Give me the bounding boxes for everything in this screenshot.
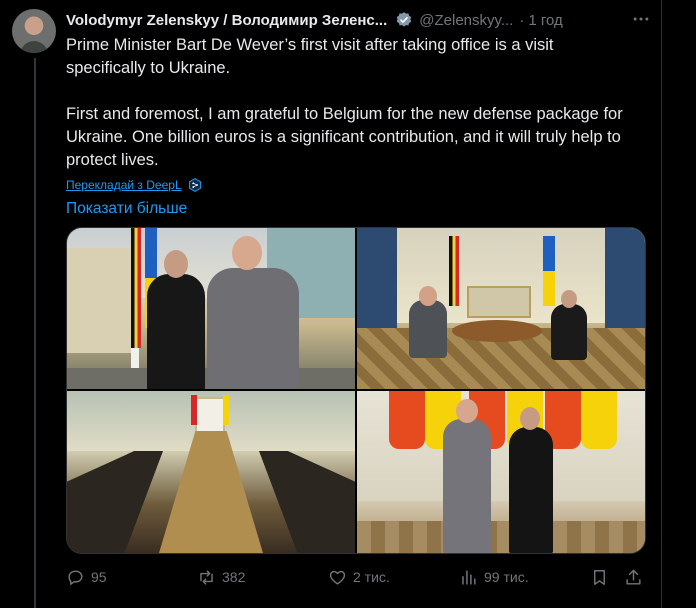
post-time[interactable]: 1 год bbox=[528, 12, 562, 29]
bookmark-icon bbox=[594, 569, 605, 585]
like-button[interactable]: 2 тис. bbox=[328, 566, 390, 588]
reply-button[interactable]: 95 bbox=[66, 566, 107, 588]
bookmark-button[interactable] bbox=[590, 566, 609, 588]
avatar[interactable] bbox=[12, 9, 56, 53]
tweet-paragraph-1: Prime Minister Bart De Wever’s first vis… bbox=[66, 36, 554, 77]
show-more-link[interactable]: Показати більше bbox=[66, 198, 656, 220]
tweet[interactable]: Volodymyr Zelenskyy / Володимир Зеленс..… bbox=[66, 8, 656, 220]
media-grid bbox=[66, 227, 646, 554]
heart-icon bbox=[329, 570, 346, 585]
reply-icon bbox=[68, 569, 83, 585]
repost-icon bbox=[200, 569, 213, 585]
repost-count: 382 bbox=[222, 569, 246, 585]
more-icon[interactable] bbox=[626, 8, 656, 30]
verified-badge-icon[interactable] bbox=[395, 11, 413, 29]
thread-line bbox=[34, 58, 36, 608]
views-button[interactable]: 99 тис. bbox=[459, 566, 529, 588]
share-icon bbox=[626, 569, 641, 585]
tweet-header: Volodymyr Zelenskyy / Володимир Зеленс..… bbox=[66, 8, 656, 32]
photo-leaders-standing[interactable] bbox=[357, 391, 645, 553]
views-count: 99 тис. bbox=[484, 569, 529, 585]
photo-meeting-room[interactable] bbox=[357, 228, 645, 389]
like-count: 2 тис. bbox=[353, 569, 390, 585]
deepl-icon bbox=[188, 178, 201, 192]
reply-count: 95 bbox=[91, 569, 107, 585]
action-bar: 95 382 2 тис. 99 тис. bbox=[66, 566, 646, 588]
photo-delegations-table[interactable] bbox=[67, 391, 355, 553]
timeline-border bbox=[661, 0, 662, 608]
author-name[interactable]: Volodymyr Zelenskyy / Володимир Зеленс..… bbox=[66, 12, 387, 29]
translate-row: Перекладай з DeepL bbox=[66, 176, 656, 194]
tweet-paragraph-2: First and foremost, I am grateful to Bel… bbox=[66, 105, 623, 169]
analytics-icon bbox=[462, 569, 476, 585]
photo-outdoor-handshake[interactable] bbox=[67, 228, 355, 389]
author-handle[interactable]: @Zelenskyy... bbox=[419, 12, 513, 29]
tweet-text: Prime Minister Bart De Wever’s first vis… bbox=[66, 34, 636, 172]
share-button[interactable] bbox=[624, 566, 643, 588]
translate-link[interactable]: Перекладай з DeepL bbox=[66, 178, 182, 192]
repost-button[interactable]: 382 bbox=[197, 566, 245, 588]
separator-dot: · bbox=[519, 11, 525, 29]
